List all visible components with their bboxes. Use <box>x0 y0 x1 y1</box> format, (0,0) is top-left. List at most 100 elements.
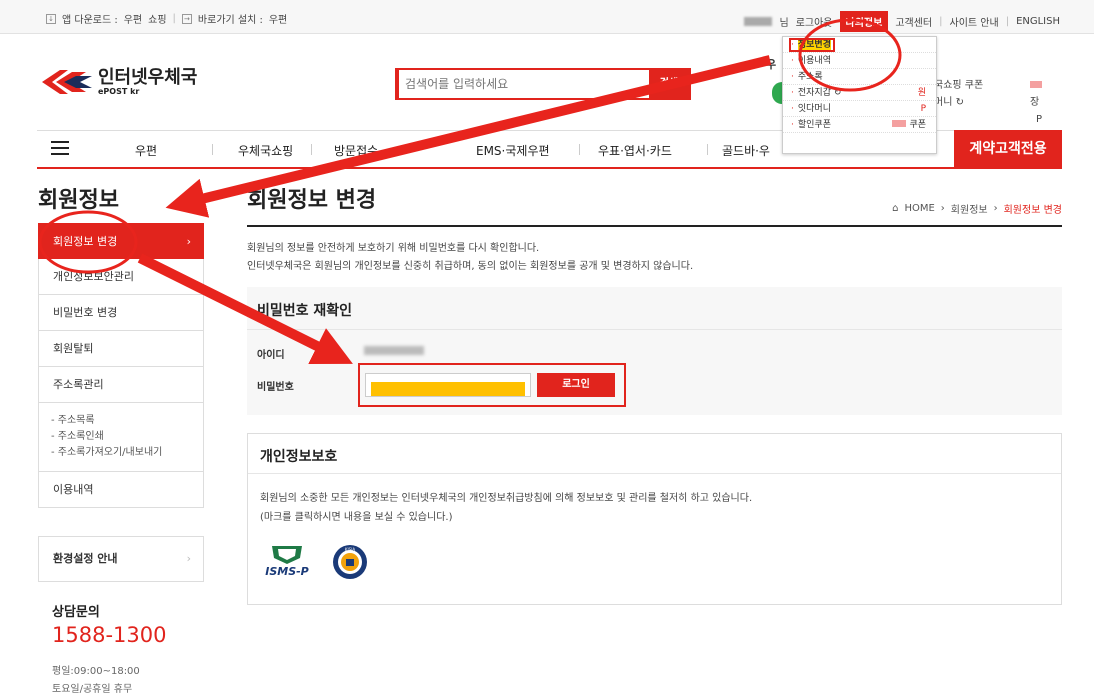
cs-phone: 1588-1300 <box>52 623 167 647</box>
coupon-unit: 장 <box>1030 97 1040 108</box>
logout-link[interactable]: 로그아웃 <box>796 14 833 29</box>
app-download-label: 앱 다운로드 : <box>62 15 118 26</box>
sidebar-subitem-address-print[interactable]: - 주소록인쇄 <box>51 429 203 445</box>
sidebar-item-withdraw[interactable]: 회원탈퇴 <box>38 331 204 367</box>
top-right-links: 님 로그아웃 나의정보 고객센터 | 사이트 안내 | ENGLISH <box>744 11 1060 32</box>
shortcut-icon: → <box>181 13 192 24</box>
dropdown-item-usage[interactable]: · 이용내역 <box>783 53 936 69</box>
search-button[interactable]: 검색 <box>649 70 689 98</box>
user-id-blurred <box>364 346 424 355</box>
env-settings-button[interactable]: 환경설정 안내 › <box>38 536 204 582</box>
sidebar-item-password-change[interactable]: 비밀번호 변경 <box>38 295 204 331</box>
divider <box>707 144 708 155</box>
kisia-label: KISIA <box>345 547 356 552</box>
bullet-icon: · <box>791 56 794 66</box>
customer-center-link[interactable]: 고객센터 <box>895 14 932 29</box>
sidebar-title: 회원정보 <box>38 188 119 213</box>
app-download-shop-link[interactable]: 쇼핑 <box>148 11 166 26</box>
divider <box>212 144 213 155</box>
chevron-right-icon: › <box>186 552 191 565</box>
bullet-icon: · <box>791 88 794 98</box>
divider <box>247 329 1062 330</box>
bullet-icon: · <box>791 120 794 130</box>
kisia-badge-icon[interactable]: KISIA <box>332 542 368 582</box>
divider: | <box>172 13 176 24</box>
cs-hours-weekend: 토요일/공휴일 휴무 <box>52 684 133 695</box>
coupon-count-blurred <box>1030 81 1042 88</box>
download-icon: ↓ <box>46 13 56 24</box>
my-info-menu[interactable]: 나의정보 <box>839 11 889 32</box>
nav-item-stamps[interactable]: 우표·엽서·카드 <box>598 142 672 159</box>
annotation-box-password <box>358 363 626 407</box>
page: ↓ 앱 다운로드 : 우편 쇼핑 | → 바로가기 설치 : 우편 님 로그아웃… <box>0 0 1094 698</box>
bullet-icon: · <box>791 72 794 82</box>
nav-item-shopping[interactable]: 우체국쇼핑 <box>238 142 293 159</box>
sitemap-link[interactable]: 사이트 안내 <box>950 14 999 29</box>
refresh-icon[interactable]: ↻ <box>834 88 842 98</box>
shortcut-post-link[interactable]: 우편 <box>269 11 287 26</box>
divider <box>311 144 312 155</box>
env-settings-label: 환경설정 안내 <box>53 552 118 565</box>
privacy-panel: 개인정보보호 회원님의 소중한 모든 개인정보는 인터넷우체국의 개인정보취급방… <box>247 433 1062 605</box>
nav-item-visit-pickup[interactable]: 방문접수 <box>334 142 378 159</box>
annotation-box-info-change <box>789 38 835 52</box>
sidebar-subitem-address-import-export[interactable]: - 주소록가져오기/내보내기 <box>51 445 203 461</box>
cs-title: 상담문의 <box>52 605 100 620</box>
benefit-counts: 장 P <box>1030 77 1042 128</box>
shop-coupon-label: 국쇼핑 쿠폰 <box>934 80 984 91</box>
dropdown-item-wallet[interactable]: · 전자지갑 ↻ 원 <box>783 85 936 101</box>
home-icon: ⌂ <box>892 203 899 214</box>
site-logo[interactable]: 인터넷우체국 ePOST kr <box>42 68 197 96</box>
shortcut-label: 바로가기 설치 : <box>197 15 263 26</box>
nav-item-goldbar[interactable]: 골드바·우 <box>722 142 770 159</box>
contract-customer-button[interactable]: 계약고객전용 <box>954 130 1062 168</box>
description-line-1: 회원님의 정보를 안전하게 보호하기 위해 비밀번호를 다시 확인합니다. <box>247 243 540 254</box>
password-label: 비밀번호 <box>257 382 294 393</box>
refresh-icon[interactable]: ↻ <box>956 97 964 108</box>
breadcrumb-member-info[interactable]: 회원정보 <box>951 201 988 216</box>
sidebar-item-address-book[interactable]: 주소록관리 <box>38 367 204 403</box>
privacy-text-1: 회원님의 소중한 모든 개인정보는 인터넷우체국의 개인정보취급방침에 의해 정… <box>260 493 753 504</box>
dropdown-item-coupon[interactable]: · 할인쿠폰 쿠폰 <box>783 117 936 133</box>
username-blurred <box>744 17 773 26</box>
sidebar-subitem-address-list[interactable]: - 주소목록 <box>51 413 203 429</box>
divider: | <box>939 16 943 27</box>
description-line-2: 인터넷우체국은 회원님의 개인정보를 신중히 취급하며, 동의 없이는 회원정보… <box>247 261 694 272</box>
logo-name: 인터넷우체국 <box>98 66 198 88</box>
divider: | <box>1005 16 1010 27</box>
page-title: 회원정보 변경 <box>247 188 377 213</box>
user-suffix: 님 <box>779 18 789 29</box>
app-download-post-link[interactable]: 우편 <box>124 11 142 26</box>
sidebar-item-privacy-security[interactable]: 개인정보보안관리 <box>38 259 204 295</box>
breadcrumb-separator: › <box>993 203 998 214</box>
my-info-dropdown: · 정보변경 · 이용내역 · 주소록 · 전자지갑 ↻ 원 · 잇다머니 P · 할인쿠폰 쿠폰 <box>782 36 937 154</box>
wallet-value: 원 <box>917 88 926 98</box>
user-benefits: 국쇼핑 쿠폰 머니 ↻ 장 P <box>934 77 1042 125</box>
privacy-title: 개인정보보호 <box>260 449 338 465</box>
search-focus-outline <box>397 68 655 100</box>
isms-p-badge-icon[interactable]: ISMS-P <box>260 544 314 580</box>
breadcrumb: ⌂ HOME › 회원정보 › 회원정보 변경 <box>892 201 1062 216</box>
top-utility-bar: ↓ 앱 다운로드 : 우편 쇼핑 | → 바로가기 설치 : 우편 님 로그아웃… <box>0 0 1094 34</box>
nav-item-ems[interactable]: EMS·국제우편 <box>476 142 550 159</box>
title-divider <box>247 225 1062 227</box>
divider <box>248 473 1061 474</box>
password-recheck-title: 비밀번호 재확인 <box>257 303 353 319</box>
logo-sub: ePOST kr <box>98 86 140 96</box>
dropdown-item-address-book[interactable]: · 주소록 <box>783 69 936 85</box>
coupon-count-blurred <box>892 120 907 127</box>
itda-money-value: P <box>920 104 926 114</box>
sidebar-item-member-info-change[interactable]: 회원정보 변경 <box>38 223 204 259</box>
isms-p-label: ISMS-P <box>265 565 309 578</box>
breadcrumb-current: 회원정보 변경 <box>1003 205 1062 216</box>
coupon-count: 쿠폰 <box>892 117 926 133</box>
english-link[interactable]: ENGLISH <box>1016 16 1060 27</box>
nav-item-post[interactable]: 우편 <box>135 142 157 159</box>
hamburger-menu-icon[interactable] <box>51 141 69 155</box>
breadcrumb-home[interactable]: HOME <box>904 203 934 214</box>
user-initial: 우 <box>766 58 777 71</box>
sidebar: 회원정보 변경 개인정보보안관리 비밀번호 변경 회원탈퇴 주소록관리 - 주소… <box>38 223 204 508</box>
dropdown-item-itda-money[interactable]: · 잇다머니 P <box>783 101 936 117</box>
money-row: 머니 ↻ <box>934 94 983 111</box>
sidebar-item-usage[interactable]: 이용내역 <box>38 472 204 508</box>
